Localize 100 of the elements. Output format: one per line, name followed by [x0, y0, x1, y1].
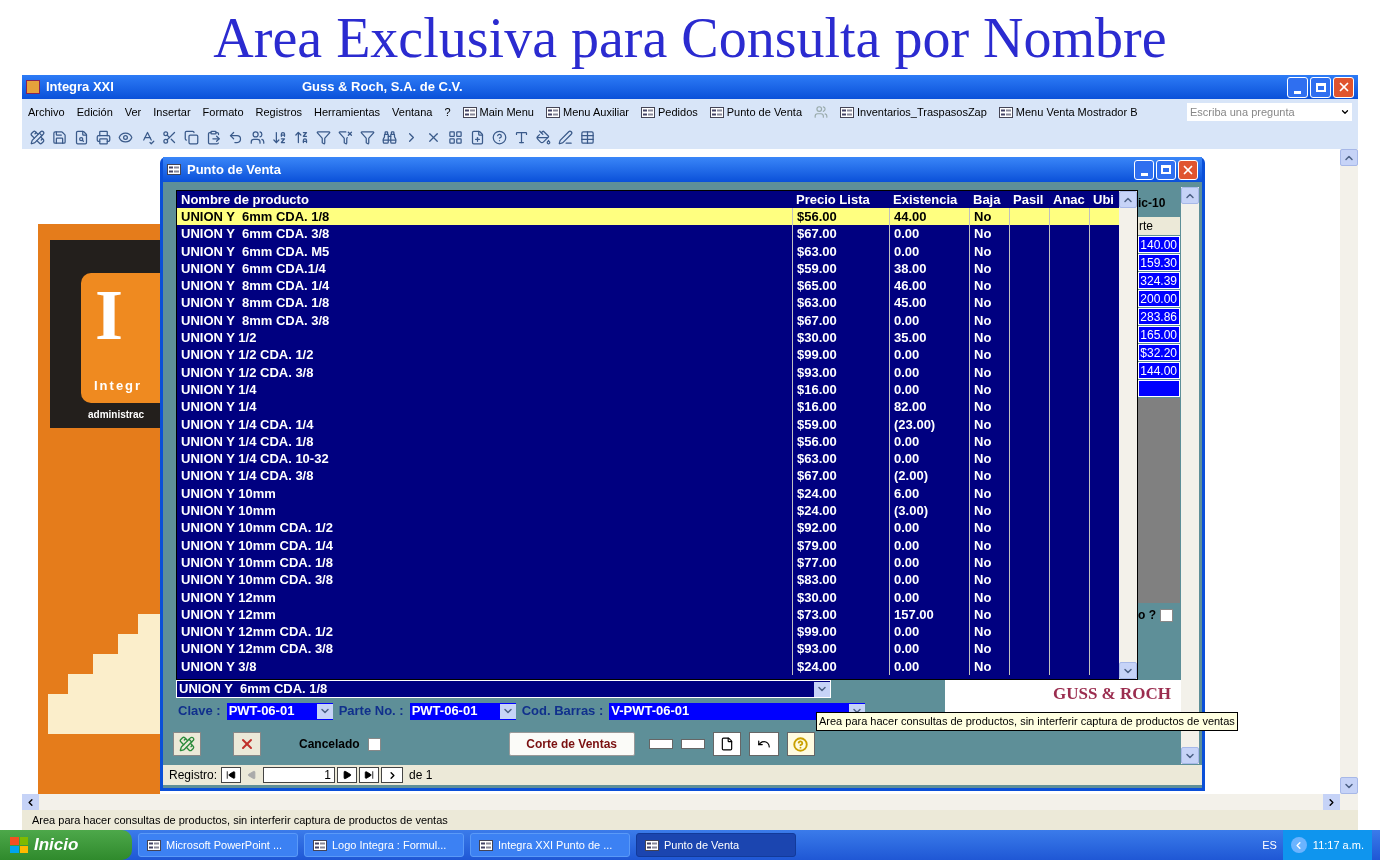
amount-field[interactable]: 140.00 — [1138, 236, 1180, 253]
help-button[interactable] — [786, 732, 815, 756]
product-row[interactable]: UNION Y 8mm CDA. 3/8 $67.00 0.00 No — [177, 311, 1119, 330]
close-button[interactable] — [1178, 159, 1198, 180]
scroll-up-icon[interactable] — [1340, 149, 1358, 166]
last-record-button[interactable] — [359, 767, 380, 783]
amount-field[interactable]: 200.00 — [1138, 290, 1180, 307]
taskbar-button[interactable]: Logo Integra : Formul... — [304, 833, 464, 857]
product-row[interactable]: UNION Y 1/2 CDA. 3/8 $93.00 0.00 No — [177, 363, 1119, 381]
menu-item[interactable]: Insertar — [153, 103, 191, 121]
product-row[interactable]: UNION Y 12mm CDA. 1/2 $99.00 0.00 No — [177, 623, 1119, 641]
line-color-icon[interactable] — [558, 129, 573, 145]
dropdown-icon[interactable] — [814, 681, 830, 697]
new-file-button[interactable] — [712, 732, 741, 756]
menu-item[interactable]: Edición — [76, 103, 113, 121]
product-row[interactable]: UNION Y 1/4 $16.00 82.00 No — [177, 398, 1119, 416]
blank-button[interactable] — [648, 739, 673, 749]
scroll-down-icon[interactable] — [1119, 662, 1137, 679]
file-search-icon[interactable] — [74, 129, 89, 145]
help-icon[interactable] — [492, 129, 507, 145]
product-row[interactable]: UNION Y 1/2 $30.00 35.00 No — [177, 329, 1119, 347]
new-object-icon[interactable] — [470, 129, 485, 145]
record-number-field[interactable]: 1 — [263, 767, 336, 783]
sort-descending-icon[interactable] — [294, 129, 309, 145]
blank-button[interactable] — [680, 739, 705, 749]
close-button[interactable] — [1333, 76, 1354, 98]
font-color-icon[interactable] — [514, 129, 529, 145]
form-shortcut[interactable]: Inventarios_TraspasosZap — [840, 103, 987, 121]
menu-item[interactable]: ? — [444, 103, 451, 121]
product-row[interactable]: UNION Y 1/4 CDA. 3/8 $67.00 (2.00) No — [177, 467, 1119, 485]
product-row[interactable]: UNION Y 6mm CDA. M5 $63.00 0.00 No — [177, 242, 1119, 260]
horizontal-scrollbar[interactable] — [22, 794, 1358, 810]
print-icon[interactable] — [96, 129, 111, 145]
menu-item[interactable]: Formato — [202, 103, 244, 121]
product-row[interactable]: UNION Y 12mm CDA. 3/8 $93.00 0.00 No — [177, 640, 1119, 658]
form-shortcut[interactable]: Main Menu — [462, 103, 534, 121]
list-scrollbar[interactable] — [1119, 191, 1137, 679]
find-icon[interactable] — [382, 129, 397, 145]
users-icon[interactable] — [250, 129, 265, 145]
cancelado-checkbox[interactable] — [367, 737, 381, 751]
minimize-button[interactable] — [1287, 76, 1308, 98]
product-row[interactable]: UNION Y 1/4 $16.00 0.00 No — [177, 380, 1119, 399]
product-row[interactable]: UNION Y 6mm CDA. 1/8 $56.00 44.00 No — [177, 208, 1119, 226]
spellcheck-icon[interactable] — [140, 129, 155, 145]
undo-icon[interactable] — [228, 129, 243, 145]
form-shortcut[interactable]: Menu Venta Mostrador B — [998, 103, 1138, 121]
product-row[interactable]: UNION Y 12mm $30.00 0.00 No — [177, 588, 1119, 606]
amount-field[interactable]: 159.30 — [1138, 254, 1180, 271]
save-icon[interactable] — [52, 129, 67, 145]
product-row[interactable]: UNION Y 10mm $24.00 6.00 No — [177, 484, 1119, 503]
scroll-up-icon[interactable] — [1119, 191, 1137, 208]
menu-item[interactable]: Ver — [124, 103, 142, 121]
form-shortcut[interactable]: Pedidos — [641, 103, 698, 121]
preview-icon[interactable] — [118, 129, 133, 145]
edit-button[interactable] — [748, 732, 779, 756]
corte-de-ventas-button[interactable]: Corte de Ventas — [508, 732, 635, 756]
taskbar-button[interactable]: Punto de Venta — [636, 833, 796, 857]
design-icon[interactable] — [30, 129, 45, 145]
maximize-button[interactable] — [1156, 159, 1176, 180]
workspace-scrollbar[interactable] — [1340, 149, 1358, 794]
menu-item[interactable]: Ventana — [392, 103, 433, 121]
start-button[interactable]: Inicio — [0, 830, 132, 860]
fill-color-icon[interactable] — [536, 129, 551, 145]
product-row[interactable]: UNION Y 1/4 CDA. 1/8 $56.00 0.00 No — [177, 432, 1119, 451]
filter-icon[interactable] — [316, 129, 331, 145]
taskbar-button[interactable]: Microsoft PowerPoint ... — [138, 833, 298, 857]
dropdown-icon[interactable] — [1340, 107, 1350, 117]
scroll-left-icon[interactable] — [22, 794, 39, 810]
product-row[interactable]: UNION Y 10mm CDA. 1/2 $92.00 0.00 No — [177, 519, 1119, 537]
scroll-down-icon[interactable] — [1181, 747, 1199, 764]
maximize-button[interactable] — [1310, 76, 1331, 98]
code-combo[interactable]: PWT-06-01 — [226, 702, 333, 720]
product-row[interactable]: UNION Y 1/2 CDA. 1/2 $99.00 0.00 No — [177, 346, 1119, 364]
scroll-down-icon[interactable] — [1340, 777, 1358, 794]
scroll-right-icon[interactable] — [1323, 794, 1340, 810]
product-row[interactable]: UNION Y 10mm CDA. 3/8 $83.00 0.00 No — [177, 571, 1119, 589]
product-row[interactable]: UNION Y 3/8 $24.00 0.00 No — [177, 657, 1119, 675]
cancel-sale-button[interactable] — [233, 732, 261, 756]
next-record-button[interactable] — [337, 767, 358, 783]
cut-icon[interactable] — [162, 129, 177, 145]
minimize-button[interactable] — [1134, 159, 1154, 180]
first-record-button[interactable] — [221, 767, 242, 783]
question-checkbox[interactable] — [1160, 608, 1173, 622]
window-icon[interactable] — [448, 129, 463, 145]
product-row[interactable]: UNION Y 10mm CDA. 1/8 $77.00 0.00 No — [177, 553, 1119, 572]
form-shortcut[interactable]: Menu Auxiliar — [545, 103, 629, 121]
scroll-up-icon[interactable] — [1181, 187, 1199, 204]
product-row[interactable]: UNION Y 12mm $73.00 157.00 No — [177, 605, 1119, 624]
copy-icon[interactable] — [184, 129, 199, 145]
product-row[interactable]: UNION Y 8mm CDA. 1/8 $63.00 45.00 No — [177, 294, 1119, 312]
menu-item[interactable]: Registros — [255, 103, 302, 121]
form-shortcut[interactable]: Punto de Venta — [709, 103, 802, 121]
new-record-button[interactable] — [381, 767, 404, 783]
code-combo[interactable]: PWT-06-01 — [409, 702, 516, 720]
product-row[interactable]: UNION Y 6mm CDA. 3/8 $67.00 0.00 No — [177, 225, 1119, 243]
taskbar-button[interactable]: Integra XXI Punto de ... — [470, 833, 630, 857]
border-icon[interactable] — [580, 129, 595, 145]
product-row[interactable]: UNION Y 6mm CDA.1/4 $59.00 38.00 No — [177, 259, 1119, 278]
product-row[interactable]: UNION Y 8mm CDA. 1/4 $65.00 46.00 No — [177, 277, 1119, 295]
amount-field[interactable]: 165.00 — [1138, 326, 1180, 343]
